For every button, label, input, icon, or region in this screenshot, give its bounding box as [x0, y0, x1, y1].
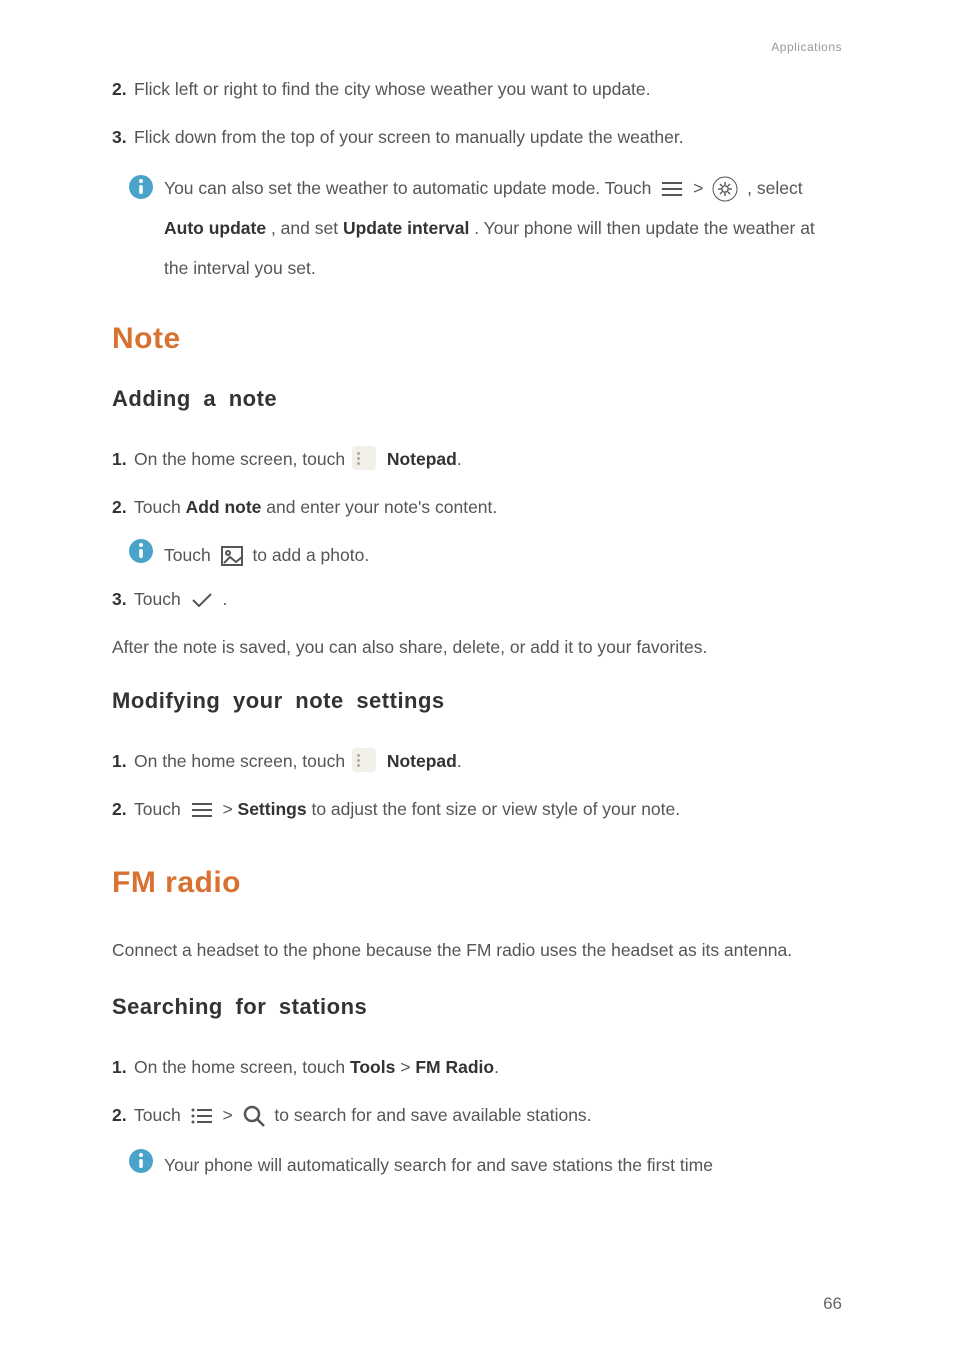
- text: >: [693, 178, 708, 198]
- step-number: 1.: [112, 1050, 134, 1084]
- hamburger-icon: [660, 179, 684, 199]
- step-number: 2.: [112, 1098, 134, 1132]
- step-number: 2.: [112, 490, 134, 524]
- modify-step-1: 1. On the home screen, touch Notepad.: [112, 744, 842, 778]
- text: , select: [747, 178, 802, 198]
- text: Tools: [350, 1057, 395, 1077]
- step-number: 1.: [112, 442, 134, 476]
- text: Touch: [134, 799, 186, 819]
- fm-info: Your phone will automatically search for…: [124, 1148, 842, 1182]
- fm-intro: Connect a headset to the phone because t…: [112, 930, 842, 970]
- text: >: [222, 799, 237, 819]
- info-text: You can also set the weather to automati…: [158, 168, 842, 288]
- text: Touch: [134, 497, 186, 517]
- heading-note: Note: [112, 322, 842, 356]
- text: On the home screen, touch: [134, 1057, 350, 1077]
- text: Add note: [186, 497, 262, 517]
- text: FM Radio: [415, 1057, 494, 1077]
- subheading-searching: Searching for stations: [112, 994, 842, 1020]
- header-section-label: Applications: [112, 40, 842, 54]
- text: On the home screen, touch: [134, 449, 350, 469]
- text: Notepad: [387, 751, 457, 771]
- text: Settings: [238, 799, 307, 819]
- text: , and set: [271, 218, 343, 238]
- fm-step-1: 1. On the home screen, touch Tools > FM …: [112, 1050, 842, 1084]
- text: Touch: [134, 589, 186, 609]
- subheading-adding-note: Adding a note: [112, 386, 842, 412]
- step-body: Touch > Settings to adjust the font size…: [134, 792, 842, 826]
- page-content: Applications 2. Flick left or right to f…: [0, 0, 954, 1182]
- weather-step-2: 2. Flick left or right to find the city …: [112, 72, 842, 106]
- step-number: 2.: [112, 792, 134, 826]
- step-body: On the home screen, touch Notepad.: [134, 442, 842, 476]
- info-text: Touch to add a photo.: [158, 538, 842, 572]
- notepad-icon: [352, 748, 376, 772]
- step-number: 3.: [112, 120, 134, 154]
- note-after-text: After the note is saved, you can also sh…: [112, 630, 842, 664]
- text: .: [457, 751, 462, 771]
- text: Update interval: [343, 218, 469, 238]
- note-step-1: 1. On the home screen, touch Notepad.: [112, 442, 842, 476]
- subheading-modifying: Modifying your note settings: [112, 688, 842, 714]
- step-body: Touch .: [134, 582, 842, 616]
- info-icon: [128, 1148, 154, 1174]
- modify-step-2: 2. Touch > Settings to adjust the font s…: [112, 792, 842, 826]
- text: Touch: [164, 545, 216, 565]
- text: .: [457, 449, 462, 469]
- hamburger-icon: [190, 800, 214, 820]
- gear-circle-icon: [712, 176, 738, 202]
- note-step-2: 2. Touch Add note and enter your note's …: [112, 490, 842, 524]
- search-icon: [242, 1104, 266, 1128]
- text: Touch: [134, 1105, 186, 1125]
- check-icon: [190, 590, 214, 610]
- step-body: Flick left or right to find the city who…: [134, 72, 842, 106]
- text: >: [400, 1057, 415, 1077]
- info-icon: [128, 538, 154, 564]
- notepad-icon: [352, 446, 376, 470]
- text: to adjust the font size or view style of…: [311, 799, 680, 819]
- step-number: 1.: [112, 744, 134, 778]
- text: Auto update: [164, 218, 266, 238]
- step-number: 2.: [112, 72, 134, 106]
- heading-fm: FM radio: [112, 866, 842, 900]
- text: On the home screen, touch: [134, 751, 350, 771]
- step-body: Flick down from the top of your screen t…: [134, 120, 842, 154]
- page-number: 66: [823, 1294, 842, 1314]
- step-number: 3.: [112, 582, 134, 616]
- text: .: [222, 589, 227, 609]
- step-body: On the home screen, touch Tools > FM Rad…: [134, 1050, 842, 1084]
- step-body: On the home screen, touch Notepad.: [134, 744, 842, 778]
- text: to add a photo.: [252, 545, 369, 565]
- text: and enter your note's content.: [266, 497, 497, 517]
- text: to search for and save available station…: [274, 1105, 591, 1125]
- text: Notepad: [387, 449, 457, 469]
- step-body: Touch > to search for and save available…: [134, 1098, 842, 1132]
- fm-step-2: 2. Touch > to search for and save availa…: [112, 1098, 842, 1132]
- text: You can also set the weather to automati…: [164, 178, 656, 198]
- note-info-photo: Touch to add a photo.: [124, 538, 842, 572]
- list-icon: [190, 1106, 214, 1126]
- text: >: [222, 1105, 237, 1125]
- step-body: Touch Add note and enter your note's con…: [134, 490, 842, 524]
- note-step-3: 3. Touch .: [112, 582, 842, 616]
- info-text: Your phone will automatically search for…: [158, 1148, 842, 1182]
- text: .: [494, 1057, 499, 1077]
- weather-info-note: You can also set the weather to automati…: [124, 168, 842, 288]
- image-icon: [220, 545, 244, 567]
- info-icon: [128, 174, 154, 200]
- weather-step-3: 3. Flick down from the top of your scree…: [112, 120, 842, 154]
